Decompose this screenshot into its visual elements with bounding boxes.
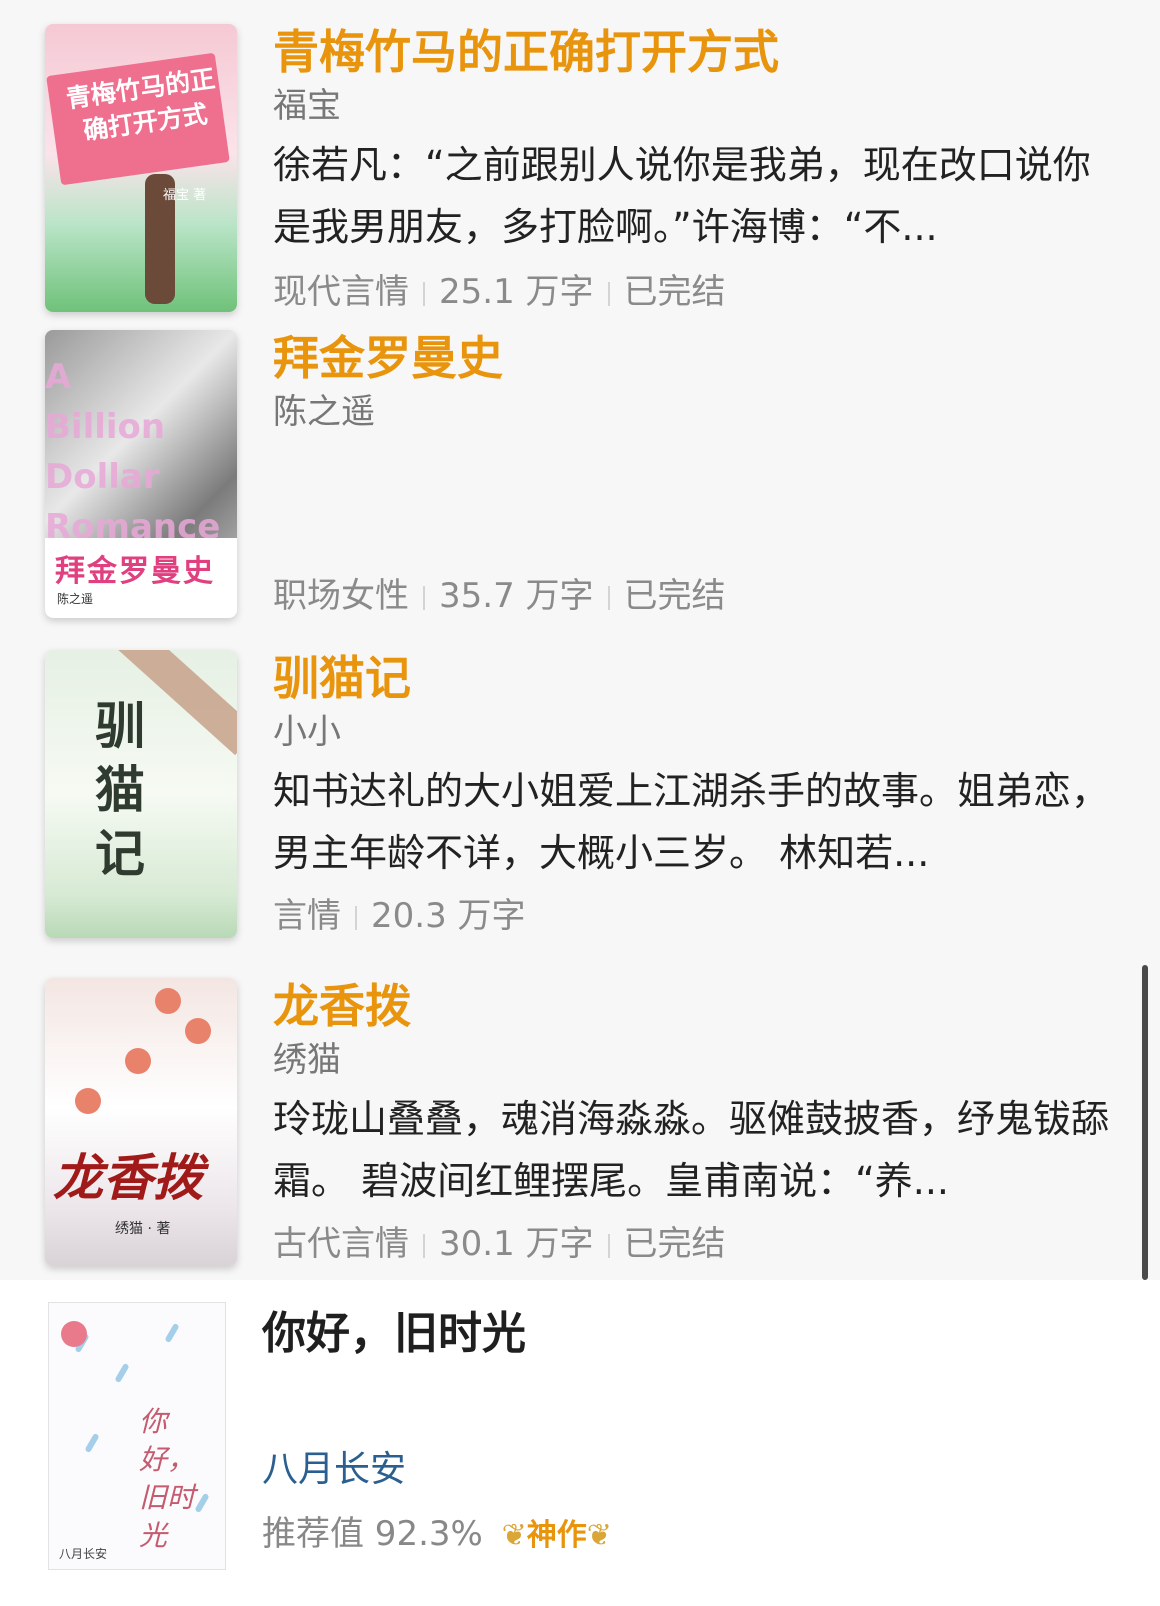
status-tag: 已完结	[623, 576, 726, 616]
status-tag: 已完结	[623, 272, 726, 312]
genre-tag: 职场女性	[273, 576, 409, 616]
book-item[interactable]: A Billion Dollar Romance 拜金罗曼史 陈之遥 拜金罗曼史…	[0, 330, 1160, 640]
divider	[607, 281, 610, 306]
book-cover[interactable]: 龙香拨 绣猫 · 著	[45, 978, 237, 1266]
divider	[355, 905, 357, 930]
book-title[interactable]: 青梅竹马的正确打开方式	[273, 24, 1120, 80]
laurel-icon: ❦	[586, 1517, 612, 1553]
cover-title: 拜金罗曼史	[55, 554, 215, 589]
genre-tag: 现代言情	[273, 272, 409, 312]
cover-title: 你好，旧时光	[139, 1405, 196, 1552]
word-count: 20.3 万字	[371, 896, 526, 936]
book-item[interactable]: 驯猫记 驯猫记 小小 知书达礼的大小姐爱上江湖杀手的故事。姐弟恋，男主年龄不详，…	[0, 650, 1160, 960]
flower-decoration	[75, 1088, 101, 1114]
raindrop-decoration	[84, 1432, 100, 1454]
status-tag: 已完结	[623, 1224, 726, 1264]
word-count: 30.1 万字	[439, 1224, 594, 1264]
cover-author: 陈之遥	[57, 592, 94, 606]
cover-english-title: A Billion Dollar Romance	[45, 357, 221, 547]
divider	[423, 585, 425, 610]
divider	[607, 1233, 610, 1258]
book-author[interactable]: 小小	[273, 710, 1120, 754]
book-meta: 古代言情 30.1 万字 已完结	[273, 1222, 726, 1266]
word-count: 25.1 万字	[439, 272, 594, 312]
raindrop-decoration	[164, 1322, 180, 1344]
book-cover[interactable]: 驯猫记	[45, 650, 237, 938]
divider	[423, 1233, 425, 1258]
book-title[interactable]: 龙香拨	[273, 978, 1120, 1034]
book-author[interactable]: 陈之遥	[273, 390, 1120, 434]
book-description: 玲珑山叠叠，魂消海淼淼。驱傩鼓披香，纾鬼钹舔霜。 碧波间红鲤摆尾。皇甫南说：“养…	[273, 1097, 1110, 1203]
cover-title: 龙香拨	[53, 1148, 203, 1207]
flower-decoration	[155, 988, 181, 1014]
book-author[interactable]: 绣猫	[273, 1038, 1120, 1082]
book-meta: 现代言情 25.1 万字 已完结	[273, 270, 726, 314]
featured-book-card[interactable]: 你好，旧时光 八月长安 你好，旧时光 八月长安 推荐值 92.3% ❦神作❦	[0, 1280, 1160, 1606]
genre-tag: 言情	[273, 896, 341, 936]
book-cover[interactable]: 青梅竹马的正确打开方式 福宝 著	[45, 24, 237, 312]
raindrop-decoration	[114, 1362, 130, 1384]
recommend-rating: 推荐值 92.3% ❦神作❦	[262, 1510, 612, 1560]
cover-author: 福宝 著	[163, 188, 207, 203]
masterpiece-badge: ❦神作❦	[502, 1512, 612, 1560]
book-title[interactable]: 你好，旧时光	[262, 1306, 526, 1362]
word-count: 35.7 万字	[439, 576, 594, 616]
flower-decoration	[185, 1018, 211, 1044]
book-cover[interactable]: A Billion Dollar Romance 拜金罗曼史 陈之遥	[45, 330, 237, 618]
book-description: 知书达礼的大小姐爱上江湖杀手的故事。姐弟恋，男主年龄不详，大概小三岁。 林知若.…	[273, 769, 1110, 875]
divider	[607, 585, 610, 610]
cover-label: 拜金罗曼史 陈之遥	[45, 538, 237, 618]
ball-icon	[61, 1321, 87, 1347]
book-description: 徐若凡：“之前跟别人说你是我弟，现在改口说你是我男朋友，多打脸啊。”许海博：“不…	[273, 143, 1091, 249]
cover-author: 绣猫 · 著	[115, 1221, 171, 1237]
book-meta: 职场女性 35.7 万字 已完结	[273, 574, 726, 618]
scrollbar[interactable]	[1142, 965, 1148, 1280]
book-item[interactable]: 青梅竹马的正确打开方式 福宝 著 青梅竹马的正确打开方式 福宝 徐若凡：“之前跟…	[0, 0, 1160, 330]
book-author[interactable]: 八月长安	[262, 1440, 406, 1492]
badge-label: 神作	[526, 1517, 587, 1553]
recommend-value: 推荐值 92.3%	[262, 1514, 483, 1554]
genre-tag: 古代言情	[273, 1224, 409, 1264]
book-title[interactable]: 拜金罗曼史	[273, 330, 1120, 386]
book-meta: 言情 20.3 万字	[273, 894, 526, 938]
cover-author: 八月长安	[59, 1547, 108, 1561]
book-cover[interactable]: 你好，旧时光 八月长安	[48, 1302, 226, 1570]
cover-title: 驯猫记	[95, 696, 145, 883]
divider	[423, 281, 425, 306]
flower-decoration	[125, 1048, 151, 1074]
laurel-icon: ❦	[501, 1517, 527, 1553]
book-item[interactable]: 龙香拨 绣猫 · 著 龙香拨 绣猫 玲珑山叠叠，魂消海淼淼。驱傩鼓披香，纾鬼钹舔…	[0, 978, 1160, 1278]
book-author[interactable]: 福宝	[273, 84, 1120, 128]
book-title[interactable]: 驯猫记	[273, 650, 1120, 706]
